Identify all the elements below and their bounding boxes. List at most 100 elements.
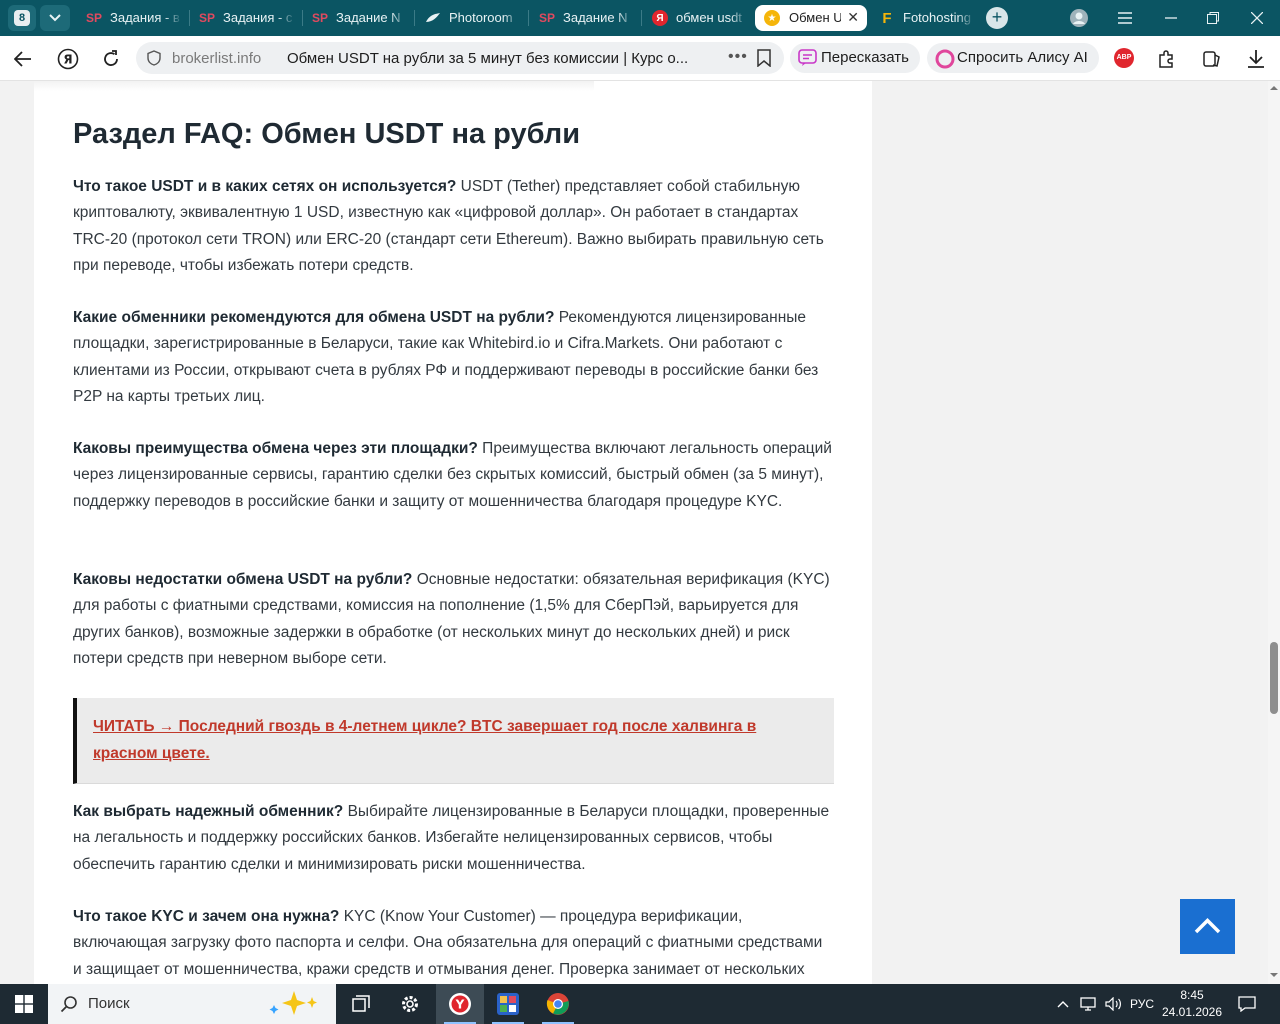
arrow-left-icon [14, 51, 31, 67]
browser-tab-bar: 8 SP Задания - в SP Задания - с SP Задан… [0, 0, 1280, 36]
tab-active[interactable]: ★ Обмен U ✕ [755, 5, 867, 31]
scrollbar-thumb[interactable] [1270, 642, 1278, 714]
notifications-button[interactable] [1232, 984, 1262, 1024]
search-icon [60, 996, 77, 1013]
collections-button[interactable] [1199, 46, 1225, 72]
scroll-down-arrow-icon[interactable] [1270, 971, 1278, 979]
restore-icon [1207, 12, 1219, 24]
language-indicator[interactable]: РУС [1127, 984, 1157, 1024]
speaker-icon [1105, 997, 1121, 1011]
tab-4[interactable]: Photoroom [425, 5, 521, 31]
yandex-browser-icon: Y [449, 993, 471, 1015]
faq-question: Как выбрать надежный обменник? [73, 803, 344, 820]
copilot-sparkle-icon [269, 991, 317, 1015]
gear-icon [402, 996, 418, 1012]
task-view-icon [352, 995, 370, 1012]
settings-taskbar-button[interactable] [386, 984, 434, 1024]
tabs-dropdown-button[interactable] [40, 5, 70, 31]
browser-toolbar: Я brokerlist.info Обмен USDT на рубли за… [0, 36, 1280, 81]
yandex-browser-taskbar-button[interactable]: Y [436, 984, 484, 1024]
hamburger-icon [1118, 12, 1132, 24]
plus-icon: + [991, 7, 1003, 27]
network-icon [1080, 997, 1096, 1011]
alice-icon [935, 49, 955, 69]
chrome-icon [546, 993, 569, 1015]
new-tab-button[interactable]: + [986, 7, 1008, 29]
close-icon[interactable]: ✕ [847, 9, 859, 26]
show-hidden-icons-button[interactable] [1052, 984, 1074, 1024]
tab-count: 8 [14, 10, 30, 26]
close-window-button[interactable] [1234, 0, 1280, 36]
fotohosting-icon: F [882, 9, 892, 27]
taskbar-search[interactable]: Поиск [48, 984, 336, 1024]
page-sidebar [872, 81, 1268, 984]
taskbar-clock[interactable]: 8:45 24.01.2026 [1160, 987, 1224, 1021]
scroll-to-top-button[interactable] [1180, 899, 1235, 954]
start-button[interactable] [0, 984, 48, 1024]
reload-button[interactable] [98, 46, 124, 72]
faq-item: Каковы недостатки обмена USDT на рубли? … [73, 567, 835, 673]
tab-1[interactable]: SP Задания - в [86, 5, 182, 31]
downloads-button[interactable] [1243, 46, 1269, 72]
tab-3[interactable]: SP Задание N [312, 5, 408, 31]
task-view-button[interactable] [338, 984, 386, 1024]
tab-2[interactable]: SP Задания - с [199, 5, 295, 31]
tab-5[interactable]: SP Задание N [539, 5, 635, 31]
star-icon: ★ [764, 10, 780, 26]
retell-icon [798, 49, 817, 66]
faq-item: Что такое USDT и в каких сетях он исполь… [73, 174, 835, 280]
faq-question: Что такое USDT и в каких сетях он исполь… [73, 178, 457, 195]
collections-icon [1203, 51, 1220, 67]
site-security-icon[interactable] [146, 50, 162, 66]
chrome-taskbar-button[interactable] [534, 984, 582, 1024]
sp-icon: SP [312, 11, 329, 25]
retell-label: Пересказать [821, 49, 909, 66]
browser-menu-button[interactable] [1102, 0, 1148, 36]
tab-8[interactable]: F Fotohosting [879, 5, 975, 31]
retell-button[interactable]: Пересказать [790, 43, 920, 73]
search-label: Поиск [88, 995, 130, 1012]
yandex-home-button[interactable]: Я [55, 46, 81, 72]
minimize-button[interactable] [1148, 0, 1194, 36]
photoroom-icon [425, 10, 441, 26]
minimize-icon [1165, 17, 1177, 19]
volume-tray-button[interactable] [1103, 984, 1125, 1024]
windows-taskbar: Поиск Y РУС 8:45 24.01.2026 [0, 984, 1280, 1024]
photos-app-taskbar-button[interactable] [484, 984, 532, 1024]
tab-counter-button[interactable]: 8 [8, 5, 36, 31]
read-more-block: ЧИТАТЬ → Последний гвоздь в 4-летнем цик… [73, 698, 834, 784]
clock-time: 8:45 [1180, 988, 1204, 1002]
svg-text:Я: Я [63, 53, 72, 67]
tab-6[interactable]: Я обмен usdt [652, 5, 748, 31]
scroll-up-arrow-icon[interactable] [1270, 84, 1278, 92]
download-icon [1248, 50, 1264, 68]
adblock-icon[interactable]: ABP [1114, 48, 1134, 68]
chevron-up-icon [1194, 918, 1221, 934]
back-button[interactable] [10, 46, 36, 72]
ask-alice-button[interactable]: Спросить Алису AI [927, 43, 1099, 73]
yandex-icon: Я [57, 48, 79, 70]
page-scrollbar[interactable] [1268, 81, 1280, 984]
tab-label: Обмен U [789, 10, 841, 25]
sp-icon: SP [86, 11, 103, 25]
profile-button[interactable] [1056, 0, 1102, 36]
faq-item: Каковы преимущества обмена через эти пло… [73, 436, 835, 515]
chevron-down-icon [49, 14, 61, 22]
sp-icon: SP [539, 11, 556, 25]
clock-date: 24.01.2026 [1161, 1005, 1223, 1019]
faq-question: Что такое KYC и зачем она нужна? [73, 908, 340, 925]
read-more-link[interactable]: ЧИТАТЬ → Последний гвоздь в 4-летнем цик… [93, 713, 793, 767]
connectivity-tray-button[interactable] [1077, 984, 1101, 1024]
faq-item: Какие обменники рекомендуются для обмена… [73, 305, 835, 411]
restore-button[interactable] [1190, 0, 1236, 36]
address-bar[interactable]: brokerlist.info Обмен USDT на рубли за 5… [136, 42, 784, 74]
bookmark-icon[interactable] [756, 49, 772, 67]
reload-icon [104, 50, 118, 66]
faq-question: Какие обменники рекомендуются для обмена… [73, 309, 555, 326]
more-icon[interactable]: ••• [728, 48, 748, 66]
yandex-icon: Я [652, 10, 668, 26]
photo-collage-icon [497, 993, 519, 1015]
faq-question: Каковы преимущества обмена через эти пло… [73, 440, 478, 457]
notification-icon [1238, 996, 1256, 1012]
extensions-button[interactable] [1154, 46, 1180, 72]
